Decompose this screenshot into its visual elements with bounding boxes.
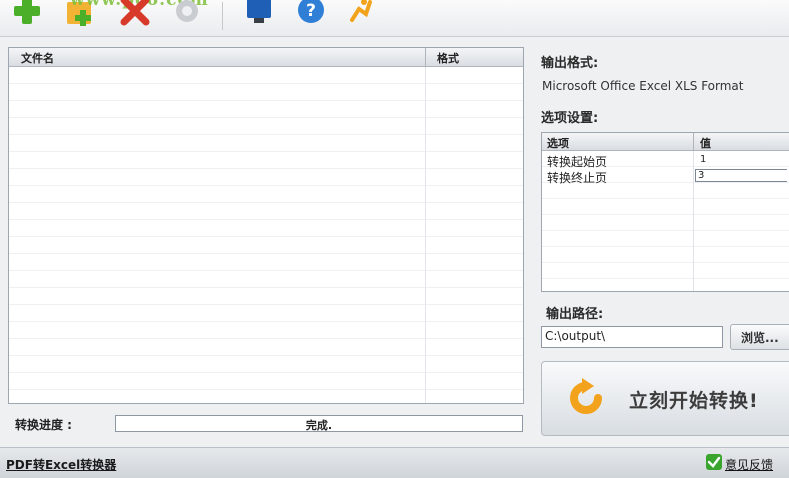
- options-label: 选项设置:: [541, 111, 599, 126]
- settings-icon[interactable]: [170, 0, 204, 28]
- svg-text:?: ?: [306, 1, 316, 21]
- output-path-input[interactable]: C:\output\: [541, 326, 723, 348]
- options-header: 选项 值: [542, 133, 789, 151]
- output-format-label: 输出格式:: [541, 56, 599, 71]
- column-option: 选项: [547, 137, 569, 150]
- refresh-icon: [570, 378, 602, 414]
- toolbar: www.pc6.com ?: [0, 0, 789, 37]
- option-row-start-page[interactable]: 转换起始页 1: [542, 153, 789, 169]
- progress-label: 转换进度 :: [15, 418, 72, 432]
- option-row-end-page[interactable]: 转换终止页 3: [542, 169, 789, 185]
- add-icon[interactable]: [10, 0, 44, 28]
- options-body: 转换起始页 1 转换终止页 3: [542, 151, 789, 291]
- progress-bar: 完成.: [115, 415, 523, 432]
- options-grid[interactable]: 选项 值 转换起始页 1 转换终止页 3: [541, 132, 789, 292]
- progress-status: 完成.: [305, 419, 333, 432]
- monitor-icon[interactable]: [242, 0, 276, 28]
- output-format-value: Microsoft Office Excel XLS Format: [542, 79, 744, 93]
- app-name-link[interactable]: PDF转Excel转换器: [6, 456, 116, 473]
- start-convert-button[interactable]: 立刻开始转换!: [541, 361, 789, 436]
- file-list-header: 文件名 格式: [9, 48, 523, 67]
- column-format[interactable]: 格式: [437, 50, 459, 66]
- output-path-label: 输出路径:: [546, 307, 604, 322]
- option-name: 转换终止页: [547, 171, 608, 185]
- status-bar: PDF转Excel转换器 意见反馈: [0, 447, 789, 478]
- browse-button[interactable]: 浏览...: [730, 324, 789, 350]
- file-list-body[interactable]: [9, 67, 523, 403]
- column-filename[interactable]: 文件名: [21, 50, 54, 66]
- toolbar-separator: [222, 2, 223, 30]
- option-value[interactable]: 1: [700, 154, 706, 165]
- column-value: 值: [700, 137, 711, 150]
- help-icon[interactable]: ?: [294, 0, 328, 28]
- feedback-link[interactable]: 意见反馈: [725, 456, 773, 473]
- option-name: 转换起始页: [547, 155, 608, 169]
- run-icon[interactable]: [344, 0, 378, 28]
- check-icon[interactable]: [706, 454, 722, 470]
- option-value-editor[interactable]: 3: [695, 169, 787, 182]
- start-convert-label: 立刻开始转换!: [629, 390, 759, 412]
- file-list[interactable]: 文件名 格式: [8, 47, 524, 404]
- delete-icon[interactable]: [118, 0, 152, 28]
